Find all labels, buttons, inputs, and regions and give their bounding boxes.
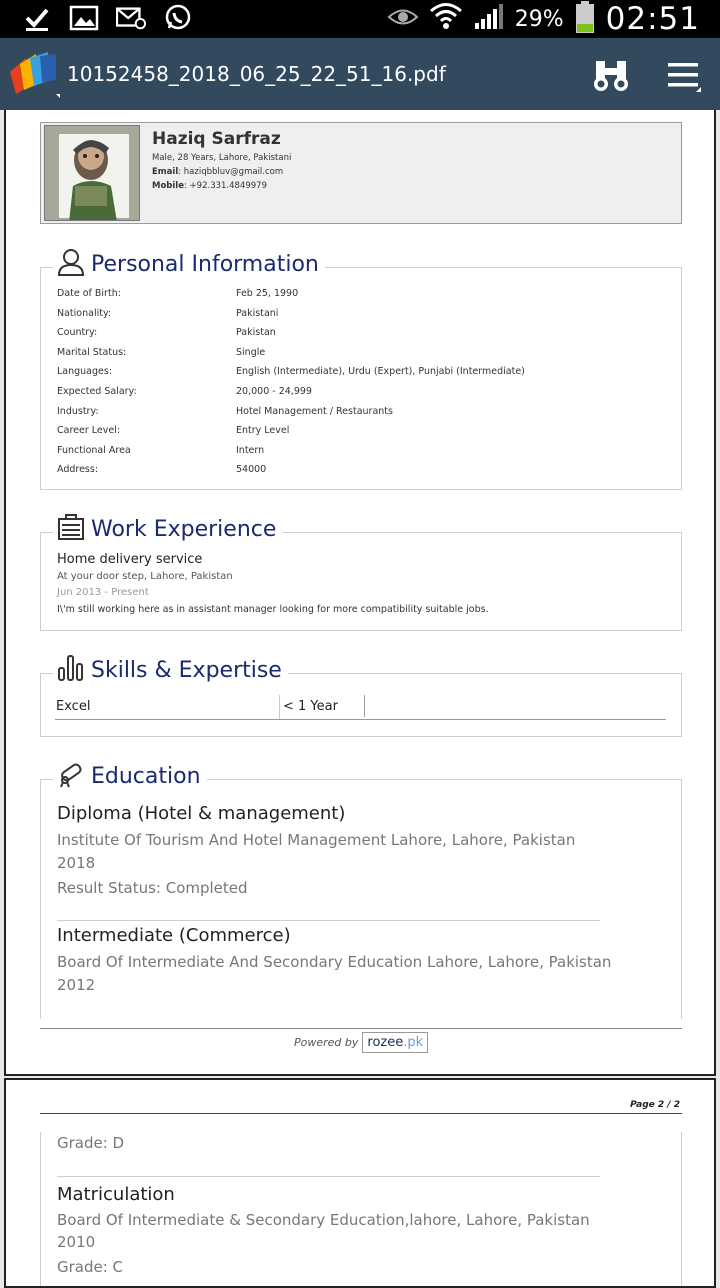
check-icon <box>22 4 52 32</box>
info-label: Languages: <box>57 366 113 377</box>
eye-icon <box>387 6 419 32</box>
whatsapp-icon <box>163 4 193 32</box>
info-label: Marital Status: <box>57 347 127 358</box>
education-section: Education Diploma (Hotel & management) I… <box>40 760 682 1019</box>
candidate-summary: Male, 28 Years, Lahore, Pakistani <box>152 153 292 163</box>
work-experience-title: Work Experience <box>91 516 277 542</box>
app-logo-icon[interactable] <box>6 50 62 100</box>
bar-chart-icon <box>57 654 85 686</box>
person-icon <box>57 248 85 280</box>
mobile-label: Mobile <box>152 181 184 191</box>
profile-photo <box>44 125 140 221</box>
info-value: English (Intermediate), Urdu (Expert), P… <box>236 366 525 377</box>
info-value: 20,000 - 24,999 <box>236 386 312 397</box>
profile-header: Haziq Sarfraz Male, 28 Years, Lahore, Pa… <box>40 122 682 224</box>
info-label: Country: <box>57 327 98 338</box>
job-company: At your door step, Lahore, Pakistan <box>57 571 233 582</box>
footer-divider <box>40 1028 682 1029</box>
file-title: 10152458_2018_06_25_22_51_16.pdf <box>67 62 446 86</box>
app-bar: 10152458_2018_06_25_22_51_16.pdf <box>0 38 720 110</box>
job-dates: Jun 2013 - Present <box>57 587 149 598</box>
powered-by: Powered by rozee.pk <box>294 1032 429 1053</box>
pdf-page-2[interactable]: Page 2 / 2 Grade: D Matriculation Board … <box>4 1078 716 1288</box>
personal-info-heading: Personal Information <box>53 248 325 280</box>
mobile-line: Mobile: +92.331.4849979 <box>152 181 267 191</box>
info-label: Industry: <box>57 406 99 417</box>
overflow-menu-icon[interactable] <box>666 60 702 98</box>
education-separator <box>57 920 600 921</box>
info-value: Pakistan <box>236 327 276 338</box>
signal-icon <box>473 3 505 35</box>
info-value: Entry Level <box>236 425 290 436</box>
rozee-logo: rozee.pk <box>362 1032 429 1053</box>
education-heading: Education <box>53 760 207 792</box>
education-year: 2018 <box>57 854 96 872</box>
rozee-suffix: .pk <box>403 1035 424 1050</box>
candidate-name: Haziq Sarfraz <box>152 129 281 149</box>
education-title: Education <box>91 763 201 789</box>
status-bar: 29% 02:51 <box>0 0 720 38</box>
email-line: Email: haziqbbluv@gmail.com <box>152 167 283 177</box>
education-degree: Matriculation <box>57 1184 175 1205</box>
skills-title: Skills & Expertise <box>91 657 282 683</box>
job-description: I\'m still working here as in assistant … <box>57 604 489 615</box>
clock: 02:51 <box>605 1 700 37</box>
info-value: Feb 25, 1990 <box>236 288 299 299</box>
info-value: Intern <box>236 445 265 456</box>
info-label: Career Level: <box>57 425 121 436</box>
mail-icon <box>116 4 146 32</box>
briefcase-icon <box>57 513 85 545</box>
education-continued: Grade: D Matriculation Board Of Intermed… <box>40 1132 682 1286</box>
info-value: Hotel Management / Restaurants <box>236 406 393 417</box>
binoculars-icon[interactable] <box>592 58 630 98</box>
battery-percent: 29% <box>514 6 564 32</box>
info-value: Pakistani <box>236 308 279 319</box>
work-experience-heading: Work Experience <box>53 513 283 545</box>
skills-heading: Skills & Expertise <box>53 654 288 686</box>
mobile-value[interactable]: : +92.331.4849979 <box>184 181 267 191</box>
education-grade: Grade: C <box>57 1258 124 1276</box>
education-institute: Institute Of Tourism And Hotel Managemen… <box>57 831 576 849</box>
image-icon <box>69 4 99 32</box>
personal-info-section: Personal Information Date of Birth: Feb 2… <box>40 248 682 490</box>
info-value: 54000 <box>236 464 267 475</box>
email-value[interactable]: : haziqbbluv@gmail.com <box>178 167 283 177</box>
education-degree: Diploma (Hotel & management) <box>57 803 346 824</box>
info-label: Date of Birth: <box>57 288 121 299</box>
page-number: Page 2 / 2 <box>630 1100 680 1110</box>
powered-by-label: Powered by <box>294 1036 359 1049</box>
rozee-brand: rozee <box>367 1035 404 1050</box>
email-label: Email <box>152 167 179 177</box>
pdf-page-1[interactable]: Haziq Sarfraz Male, 28 Years, Lahore, Pa… <box>4 110 716 1076</box>
skill-name: Excel <box>56 699 91 714</box>
skills-section: Skills & Expertise Excel < 1 Year <box>40 654 682 737</box>
info-label: Nationality: <box>57 308 112 319</box>
personal-info-title: Personal Information <box>91 251 319 277</box>
education-institute: Board Of Intermediate & Secondary Educat… <box>57 1211 590 1229</box>
education-year: 2012 <box>57 976 96 994</box>
battery-icon <box>574 0 596 38</box>
education-separator <box>57 1176 600 1177</box>
education-result: Result Status: Completed <box>57 879 248 897</box>
wifi-icon <box>429 2 463 36</box>
info-label: Expected Salary: <box>57 386 137 397</box>
job-title: Home delivery service <box>57 552 203 567</box>
skill-experience: < 1 Year <box>283 699 338 714</box>
info-label: Functional Area <box>57 445 131 456</box>
education-grade: Grade: D <box>57 1134 125 1152</box>
education-degree: Intermediate (Commerce) <box>57 925 291 946</box>
page-header-divider <box>40 1113 682 1114</box>
work-experience-section: Work Experience Home delivery service At… <box>40 513 682 631</box>
info-label: Address: <box>57 464 99 475</box>
skill-row: Excel < 1 Year <box>55 695 666 720</box>
info-value: Single <box>236 347 266 358</box>
diploma-icon <box>57 760 85 792</box>
education-year: 2010 <box>57 1233 96 1251</box>
education-institute: Board Of Intermediate And Secondary Educ… <box>57 953 612 971</box>
